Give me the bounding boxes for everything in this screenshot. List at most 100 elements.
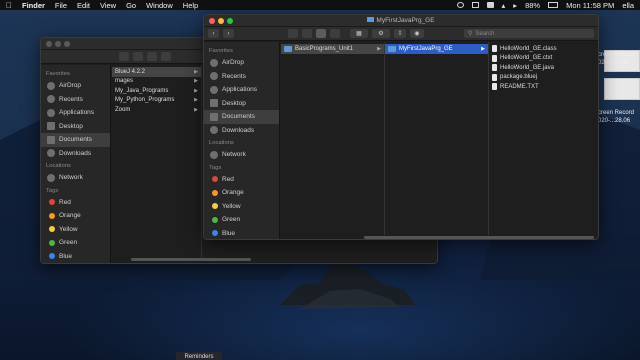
list-item[interactable]: README.TXT xyxy=(489,82,593,92)
sidebar-item-network[interactable]: Network xyxy=(41,171,110,185)
battery-percent[interactable]: 88% xyxy=(525,1,540,10)
desktop-file-label: 020-...0.29. xyxy=(598,60,629,66)
tag-dot-icon xyxy=(49,239,55,246)
sidebar: Favorites AirDrop Recents Applications D… xyxy=(204,42,280,240)
list-item[interactable]: HelloWorld_GE.java xyxy=(489,63,593,73)
sidebar-item-airdrop[interactable]: AirDrop xyxy=(41,79,110,93)
sidebar-item-downloads[interactable]: Downloads xyxy=(41,147,110,161)
sidebar-tag-red[interactable]: Red xyxy=(204,173,279,187)
group-button[interactable]: ▦ xyxy=(350,29,368,38)
file-icon xyxy=(492,83,497,91)
view-columns-icon[interactable] xyxy=(316,29,326,38)
sidebar-tag-yellow[interactable]: Yellow xyxy=(41,223,110,237)
menu-help[interactable]: Help xyxy=(183,1,198,10)
dock-tooltip: Reminders xyxy=(176,352,222,360)
menu-app-name[interactable]: Finder xyxy=(22,1,45,10)
apple-menu-icon[interactable]:  xyxy=(6,1,12,10)
list-item[interactable]: HelloWorld_GE.ctxt xyxy=(489,54,593,64)
desktop-file-thumbnail[interactable] xyxy=(604,78,640,100)
bluetooth-icon[interactable] xyxy=(486,2,494,8)
sidebar-tag-red[interactable]: Red xyxy=(41,196,110,210)
sidebar-item-desktop[interactable]: Desktop xyxy=(204,97,279,111)
sidebar-section-favorites: Favorites xyxy=(209,48,233,54)
view-list-icon[interactable] xyxy=(302,29,312,38)
close-button[interactable] xyxy=(46,40,52,47)
display-icon[interactable] xyxy=(471,2,479,8)
sidebar-item-documents[interactable]: Documents xyxy=(41,133,110,147)
view-icons-icon[interactable] xyxy=(119,52,129,61)
sidebar-item-recents[interactable]: Recents xyxy=(41,93,110,107)
sidebar-item-desktop[interactable]: Desktop xyxy=(41,120,110,134)
list-item[interactable]: mages ▶ xyxy=(112,77,201,87)
file-icon xyxy=(492,45,497,53)
chevron-right-icon: ▶ xyxy=(194,97,198,104)
list-item[interactable]: HelloWorld_GE.class xyxy=(489,44,593,54)
download-icon xyxy=(210,126,218,135)
menu-bar:  Finder File Edit View Go Window Help ▴… xyxy=(0,0,640,10)
sidebar-tag-green[interactable]: Green xyxy=(204,213,279,227)
window-titlebar[interactable]: MyFirstJavaPrg_GE xyxy=(204,15,598,27)
sidebar-item-documents[interactable]: Documents xyxy=(204,110,279,124)
battery-icon[interactable] xyxy=(548,2,559,8)
share-icon[interactable]: ⇧ xyxy=(394,29,406,38)
sidebar-tag-orange[interactable]: Orange xyxy=(41,209,110,223)
applications-icon xyxy=(210,85,218,94)
tag-icon[interactable]: ◉ xyxy=(410,29,424,38)
view-icons-icon[interactable] xyxy=(288,29,298,38)
island-rock xyxy=(280,263,415,309)
tag-dot-icon xyxy=(212,176,218,183)
airdrop-icon xyxy=(47,81,55,90)
back-button[interactable]: ‹ xyxy=(208,29,219,38)
list-item[interactable]: My_Java_Programs ▶ xyxy=(112,86,201,96)
sidebar-item-network[interactable]: Network xyxy=(204,148,279,162)
list-item[interactable]: BlueJ 4.2.2 ▶ xyxy=(112,67,201,77)
minimize-button[interactable] xyxy=(218,17,224,24)
wifi-icon[interactable]: ▴ xyxy=(502,1,506,10)
menu-go[interactable]: Go xyxy=(126,1,136,10)
list-item[interactable]: BasicPrograms_Unit1 ▶ xyxy=(281,44,384,54)
desktop-file-label: creen Record xyxy=(598,110,635,116)
folder-icon xyxy=(388,45,396,52)
search-input[interactable]: ⚲ Search xyxy=(464,29,594,38)
zoom-button[interactable] xyxy=(64,40,70,47)
sidebar-item-downloads[interactable]: Downloads xyxy=(204,124,279,138)
list-item[interactable]: My_Python_Programs ▶ xyxy=(112,96,201,106)
action-gear-icon[interactable]: ⚙ xyxy=(372,29,390,38)
sidebar-item-airdrop[interactable]: AirDrop xyxy=(204,56,279,70)
menu-user[interactable]: ella xyxy=(622,1,634,10)
menu-clock[interactable]: Mon 11:58 PM xyxy=(566,1,614,10)
view-gallery-icon[interactable] xyxy=(330,29,340,38)
view-gallery-icon[interactable] xyxy=(161,52,171,61)
sidebar-tag-blue[interactable]: Blue xyxy=(204,227,279,240)
finder-window-front[interactable]: MyFirstJavaPrg_GE ‹ › ▦ ⚙ ⇧ ◉ ⚲ Search F… xyxy=(203,14,599,240)
forward-button[interactable]: › xyxy=(223,29,234,38)
chevron-right-icon: ▶ xyxy=(377,45,381,52)
sidebar-item-recents[interactable]: Recents xyxy=(204,70,279,84)
list-item[interactable]: package.bluej xyxy=(489,73,593,83)
menu-view[interactable]: View xyxy=(100,1,116,10)
view-columns-icon[interactable] xyxy=(147,52,157,61)
sidebar-tag-orange[interactable]: Orange xyxy=(204,186,279,200)
column-2: MyFirstJavaPrg_GE ▶ xyxy=(385,42,489,235)
sidebar-tag-green[interactable]: Green xyxy=(41,236,110,250)
list-item[interactable]: MyFirstJavaPrg_GE ▶ xyxy=(385,44,488,54)
horizontal-scrollbar[interactable] xyxy=(131,258,251,261)
zoom-button[interactable] xyxy=(227,17,233,24)
sidebar-item-applications[interactable]: Applications xyxy=(204,83,279,97)
sidebar-tag-blue[interactable]: Blue xyxy=(41,250,110,264)
menu-file[interactable]: File xyxy=(55,1,67,10)
menu-edit[interactable]: Edit xyxy=(77,1,90,10)
sidebar-item-applications[interactable]: Applications xyxy=(41,106,110,120)
horizontal-scrollbar[interactable] xyxy=(364,236,594,239)
volume-icon[interactable]: ▸ xyxy=(513,1,517,10)
list-item[interactable]: Zoom ▶ xyxy=(112,105,201,115)
chevron-right-icon: ▶ xyxy=(194,68,198,75)
record-icon[interactable] xyxy=(456,2,464,8)
close-button[interactable] xyxy=(209,17,215,24)
menu-window[interactable]: Window xyxy=(146,1,173,10)
sidebar-tag-yellow[interactable]: Yellow xyxy=(204,200,279,214)
view-list-icon[interactable] xyxy=(133,52,143,61)
minimize-button[interactable] xyxy=(55,40,61,47)
column-3: HelloWorld_GE.class HelloWorld_GE.ctxt H… xyxy=(489,42,593,235)
document-icon xyxy=(47,135,55,144)
